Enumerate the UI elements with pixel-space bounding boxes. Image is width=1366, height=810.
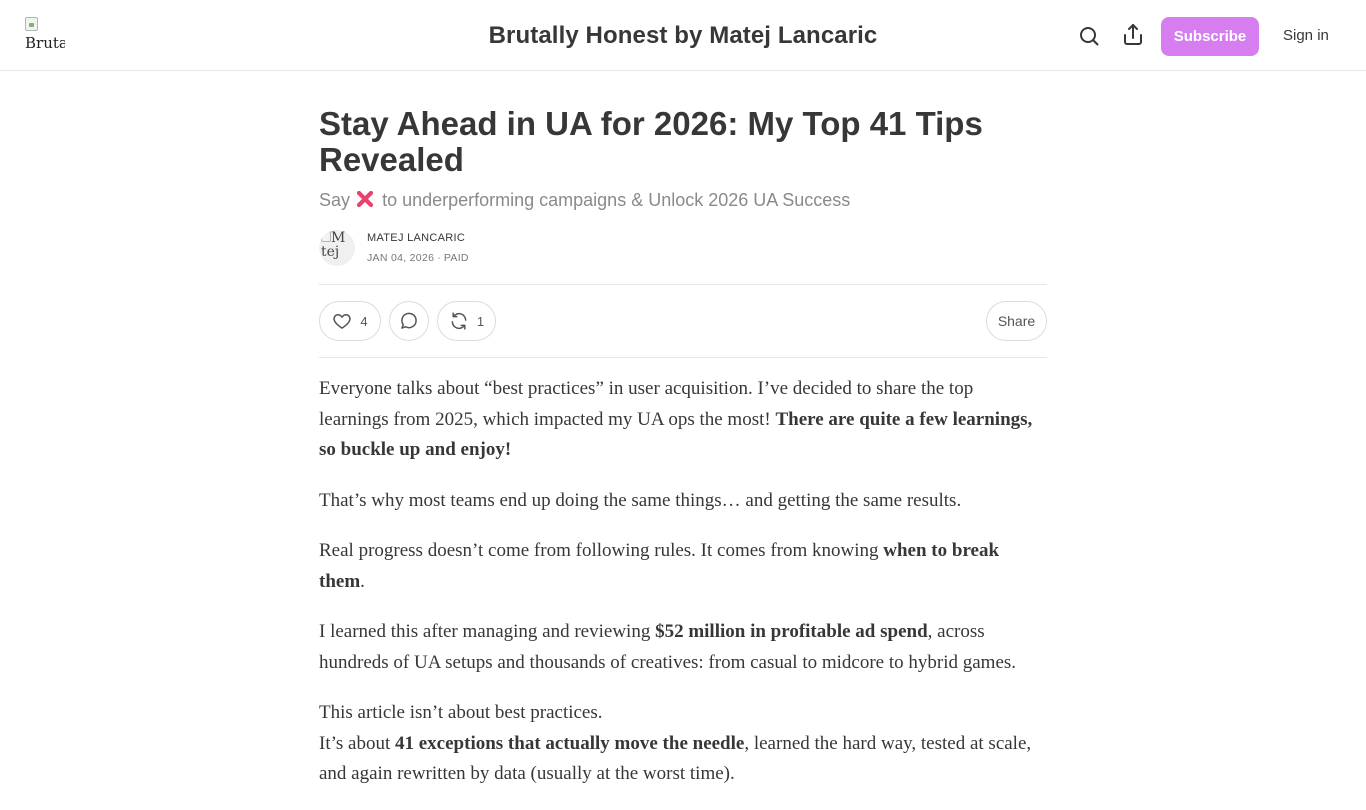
search-button[interactable] <box>1077 24 1101 48</box>
post-title: Stay Ahead in UA for 2026: My Top 41 Tip… <box>319 105 983 178</box>
comment-button[interactable] <box>389 301 429 341</box>
p5-bold: 41 exceptions that actually move the nee… <box>395 732 745 754</box>
subtitle-text-after: to underperforming campaigns & Unlock 20… <box>382 190 851 210</box>
p3-end: . <box>360 570 365 592</box>
author-avatar[interactable]: M tej <box>319 230 355 266</box>
article-body: Everyone talks about “best practices” in… <box>319 374 1047 810</box>
cross-mark-icon <box>355 189 377 214</box>
access-badge: PAID <box>443 252 469 264</box>
p5-text: It’s about <box>319 732 395 754</box>
search-icon <box>1080 27 1099 46</box>
paragraph-4: I learned this after managing and review… <box>319 617 1047 678</box>
post-date: JAN 04, 2026 <box>367 252 435 264</box>
p4-text: I learned this after managing and review… <box>319 621 656 642</box>
paragraph-5: This article isn’t about best practices.… <box>319 698 1047 790</box>
broken-image-icon <box>321 231 331 242</box>
paragraph-3: Real progress doesn’t come from followin… <box>319 536 1047 597</box>
like-count: 4 <box>360 313 368 329</box>
divider-top <box>319 284 1047 285</box>
top-navigation-bar: Bruta Brutally Honest by Matej Lancaric … <box>0 0 1366 71</box>
post-subtitle: Say to underperforming campaigns & Unloc… <box>319 189 850 214</box>
p3-text: Real progress doesn’t come from followin… <box>319 540 884 561</box>
restack-icon <box>451 312 467 330</box>
paragraph-1: Everyone talks about “best practices” in… <box>319 374 1047 466</box>
share-icon <box>1124 24 1142 45</box>
subscribe-button[interactable]: Subscribe <box>1161 17 1259 56</box>
p4-bold: $52 million in profitable ad spend <box>655 621 928 642</box>
meta-separator: ∙ <box>437 252 441 264</box>
like-button[interactable]: 4 <box>319 301 381 341</box>
subtitle-text-before: Say <box>319 190 351 210</box>
heart-icon <box>333 314 352 329</box>
p5-line1: This article isn’t about best practices. <box>319 702 603 723</box>
comment-icon <box>401 312 417 329</box>
restack-count: 1 <box>476 313 485 329</box>
sign-in-link[interactable]: Sign in <box>1283 27 1329 44</box>
post-meta: JAN 04, 2026 ∙ PAID <box>367 252 469 264</box>
restack-button[interactable]: 1 <box>437 301 496 341</box>
author-name[interactable]: MATEJ LANCARIC <box>367 232 465 244</box>
share-publication-button[interactable] <box>1121 23 1145 47</box>
divider-bottom <box>319 357 1047 358</box>
share-post-button[interactable]: Share <box>986 301 1047 341</box>
paragraph-2: That’s why most teams end up doing the s… <box>319 489 962 511</box>
